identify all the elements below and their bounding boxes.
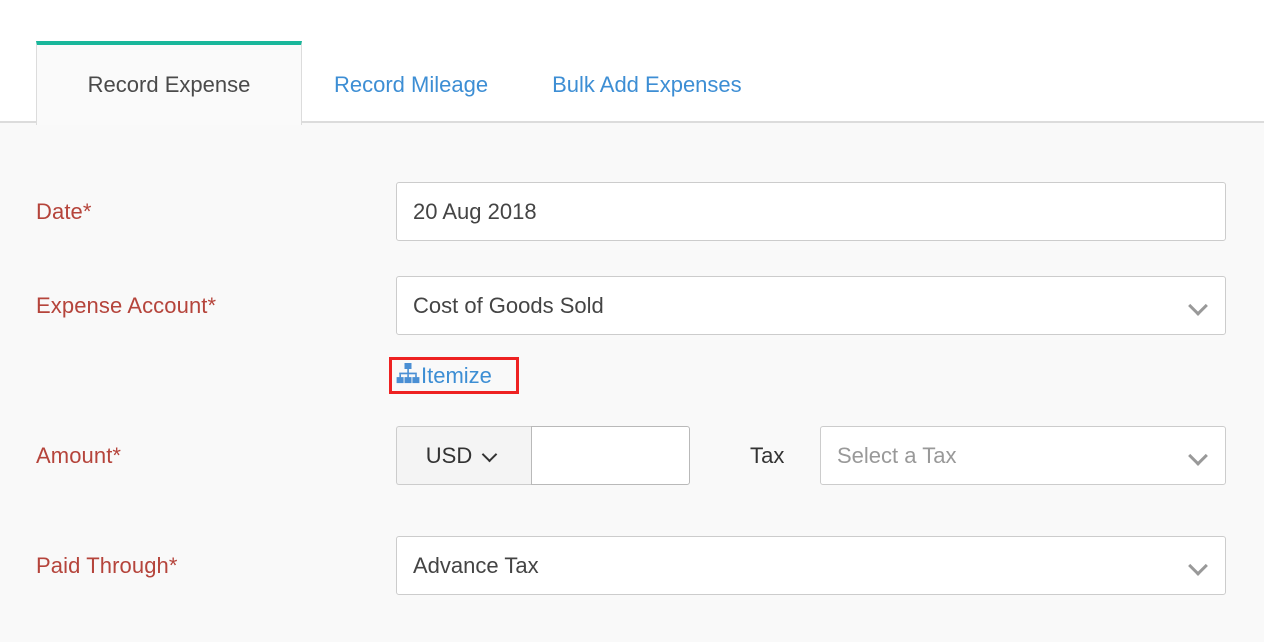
- itemize-link-label: Itemize: [421, 362, 492, 388]
- tax-select[interactable]: Select a Tax: [820, 426, 1226, 485]
- itemize-link[interactable]: Itemize: [389, 357, 519, 394]
- expense-account-select[interactable]: Cost of Goods Sold: [396, 276, 1226, 335]
- expense-form: Date* 20 Aug 2018 Expense Account* Cost …: [0, 123, 1264, 642]
- date-input-value: 20 Aug 2018: [413, 198, 537, 224]
- currency-select[interactable]: USD: [396, 426, 531, 485]
- date-label: Date*: [36, 199, 92, 224]
- expense-account-select-value: Cost of Goods Sold: [413, 292, 604, 318]
- tax-label: Tax: [750, 443, 785, 468]
- tab-bulk-add-expenses[interactable]: Bulk Add Expenses: [520, 41, 774, 125]
- tab-strip: Record Expense Record Mileage Bulk Add E…: [0, 0, 1264, 125]
- tab-record-mileage-label: Record Mileage: [334, 72, 489, 97]
- chevron-down-icon: [1189, 446, 1209, 466]
- paid-through-select-value: Advance Tax: [413, 552, 539, 578]
- chevron-down-icon: [1189, 556, 1209, 576]
- chevron-down-icon: [1189, 296, 1209, 316]
- tax-select-placeholder: Select a Tax: [837, 442, 957, 468]
- chevron-down-icon: [482, 446, 502, 466]
- tab-record-expense-label: Record Expense: [87, 72, 251, 97]
- tab-record-expense[interactable]: Record Expense: [36, 41, 302, 125]
- record-expense-form-page: Record Expense Record Mileage Bulk Add E…: [0, 0, 1264, 642]
- sitemap-icon: [396, 362, 420, 389]
- paid-through-label: Paid Through*: [36, 553, 178, 578]
- amount-label: Amount*: [36, 443, 122, 468]
- currency-select-value: USD: [425, 442, 473, 468]
- tab-record-mileage[interactable]: Record Mileage: [302, 41, 520, 125]
- expense-account-label: Expense Account*: [36, 293, 217, 318]
- amount-input[interactable]: [531, 426, 690, 485]
- paid-through-select[interactable]: Advance Tax: [396, 536, 1226, 595]
- tab-bulk-add-expenses-label: Bulk Add Expenses: [552, 72, 742, 97]
- tab-list: Record Expense Record Mileage Bulk Add E…: [36, 41, 774, 125]
- date-input[interactable]: 20 Aug 2018: [396, 182, 1226, 241]
